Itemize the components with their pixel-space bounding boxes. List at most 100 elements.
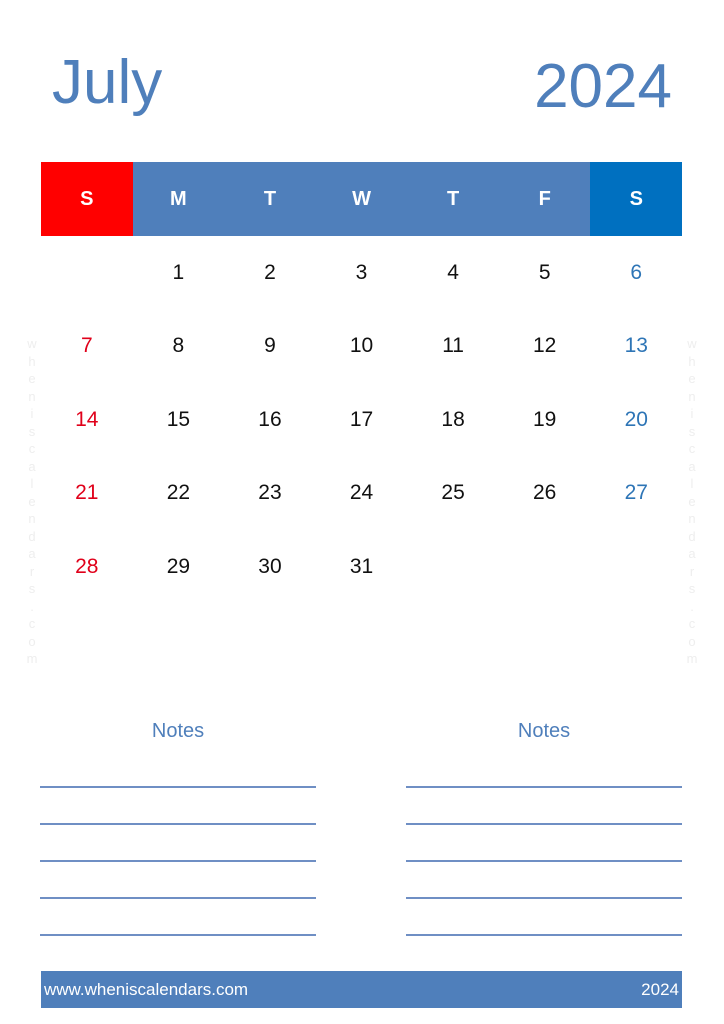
- watermark-left: wheniscalendars.com: [25, 335, 39, 668]
- day-cell: 17: [349, 407, 374, 431]
- watermark-right: wheniscalendars.com: [685, 335, 699, 668]
- watermark-char: o: [688, 633, 696, 649]
- footer-year: 2024: [641, 979, 679, 999]
- note-line-left[interactable]: [40, 897, 316, 899]
- watermark-char: n: [28, 511, 36, 526]
- watermark-char: e: [28, 371, 36, 386]
- day-cell: 31: [349, 554, 374, 578]
- watermark-char: m: [26, 651, 38, 666]
- day-cell: 23: [258, 481, 282, 505]
- watermark-char: h: [28, 353, 36, 369]
- watermark-char: i: [30, 406, 34, 421]
- watermark-char: c: [28, 616, 36, 631]
- day-cell: 13: [624, 334, 648, 358]
- day-cell: 12: [533, 334, 557, 358]
- note-line-left[interactable]: [40, 786, 316, 788]
- empty-day-cell: [590, 530, 682, 604]
- watermark-char: w: [687, 336, 697, 351]
- day-cell: 26: [533, 481, 557, 505]
- note-line-right[interactable]: [406, 934, 682, 936]
- empty-day-cell: [407, 530, 499, 604]
- watermark-char: e: [28, 493, 36, 509]
- day-cell: 3: [355, 260, 368, 284]
- day-cell: 9: [264, 334, 276, 358]
- day-cell: 22: [166, 481, 191, 505]
- day-cell: 5: [538, 260, 551, 284]
- day-cell: 25: [441, 481, 465, 505]
- day-cell: 7: [80, 334, 93, 358]
- weekday-wednesday: W: [315, 162, 408, 236]
- watermark-char: d: [28, 528, 36, 544]
- week-row: 14 15 16 17 18 19 20: [41, 383, 682, 457]
- day-cell: 20: [624, 407, 648, 431]
- day-cell: 29: [166, 554, 191, 578]
- day-cell: 4: [447, 260, 459, 284]
- day-cell: 21: [75, 481, 99, 505]
- week-row: 28 29 30 31: [41, 530, 682, 604]
- empty-day-cell: [41, 236, 133, 310]
- footer-url[interactable]: www.wheniscalendars.com: [41, 980, 251, 1000]
- weekday-tuesday: T: [224, 162, 316, 236]
- watermark-char: s: [28, 581, 36, 596]
- watermark-char: n: [688, 511, 696, 526]
- watermark-char: m: [686, 651, 698, 666]
- footer-bar: www.wheniscalendars.com 2024: [41, 971, 682, 1008]
- watermark-char: s: [28, 423, 36, 439]
- watermark-char: c: [28, 441, 36, 456]
- day-cell: 10: [349, 334, 374, 358]
- watermark-char: i: [690, 406, 694, 421]
- day-cell: 27: [624, 481, 648, 505]
- weekday-friday: F: [498, 162, 591, 236]
- watermark-char: a: [688, 546, 696, 561]
- empty-day-cell: [499, 530, 591, 604]
- watermark-char: w: [27, 336, 37, 351]
- note-line-right[interactable]: [406, 860, 682, 862]
- note-line-right[interactable]: [406, 897, 682, 899]
- watermark-char: s: [688, 423, 696, 439]
- day-cell: 15: [166, 407, 191, 431]
- note-line-left[interactable]: [40, 934, 316, 936]
- notes-title-right: Notes: [517, 720, 571, 742]
- watermark-char: d: [688, 528, 696, 544]
- day-cell: 14: [75, 407, 99, 431]
- day-cell: 6: [630, 260, 643, 284]
- month-title: July: [52, 48, 163, 117]
- day-cell: 28: [75, 554, 99, 578]
- watermark-char: l: [30, 476, 34, 491]
- weekday-thursday: T: [407, 162, 499, 236]
- watermark-char: h: [688, 353, 696, 369]
- note-line-left[interactable]: [40, 860, 316, 862]
- note-line-right[interactable]: [406, 823, 682, 825]
- weekday-header: S M T W T F S: [41, 162, 683, 236]
- watermark-char: o: [28, 633, 36, 649]
- note-line-right[interactable]: [406, 786, 682, 788]
- watermark-char: c: [688, 441, 696, 456]
- day-cell: 18: [441, 407, 465, 431]
- watermark-char: s: [688, 581, 696, 596]
- watermark-char: a: [688, 458, 696, 474]
- note-line-left[interactable]: [40, 823, 316, 825]
- day-cell: 2: [264, 260, 276, 284]
- watermark-char: l: [690, 476, 694, 491]
- watermark-char: n: [688, 388, 696, 404]
- weekday-monday: M: [132, 162, 225, 236]
- watermark-char: e: [688, 493, 696, 509]
- week-row: 1 2 3 4 5 6: [41, 236, 682, 310]
- watermark-char: r: [689, 563, 695, 579]
- week-row: 7 8 9 10 11 12 13: [41, 310, 682, 384]
- day-cell: 19: [533, 407, 557, 431]
- watermark-char: r: [29, 563, 35, 579]
- calendar-grid: 1 2 3 4 5 6 7 8 9 10 11 12 13 14 15 16 17 18 19 20 21 22 23 24 2…: [41, 236, 682, 604]
- weekday-saturday: S: [590, 162, 683, 236]
- day-cell: 30: [258, 554, 282, 578]
- day-cell: 24: [349, 481, 374, 505]
- day-cell: 8: [172, 334, 185, 358]
- day-cell: 11: [442, 334, 464, 358]
- notes-title-left: Notes: [151, 720, 205, 742]
- weekday-sunday: S: [41, 162, 133, 236]
- watermark-char: a: [28, 546, 36, 561]
- day-cell: 1: [172, 260, 185, 284]
- day-cell: 16: [258, 407, 282, 431]
- watermark-char: a: [28, 458, 36, 474]
- watermark-char: n: [28, 388, 36, 404]
